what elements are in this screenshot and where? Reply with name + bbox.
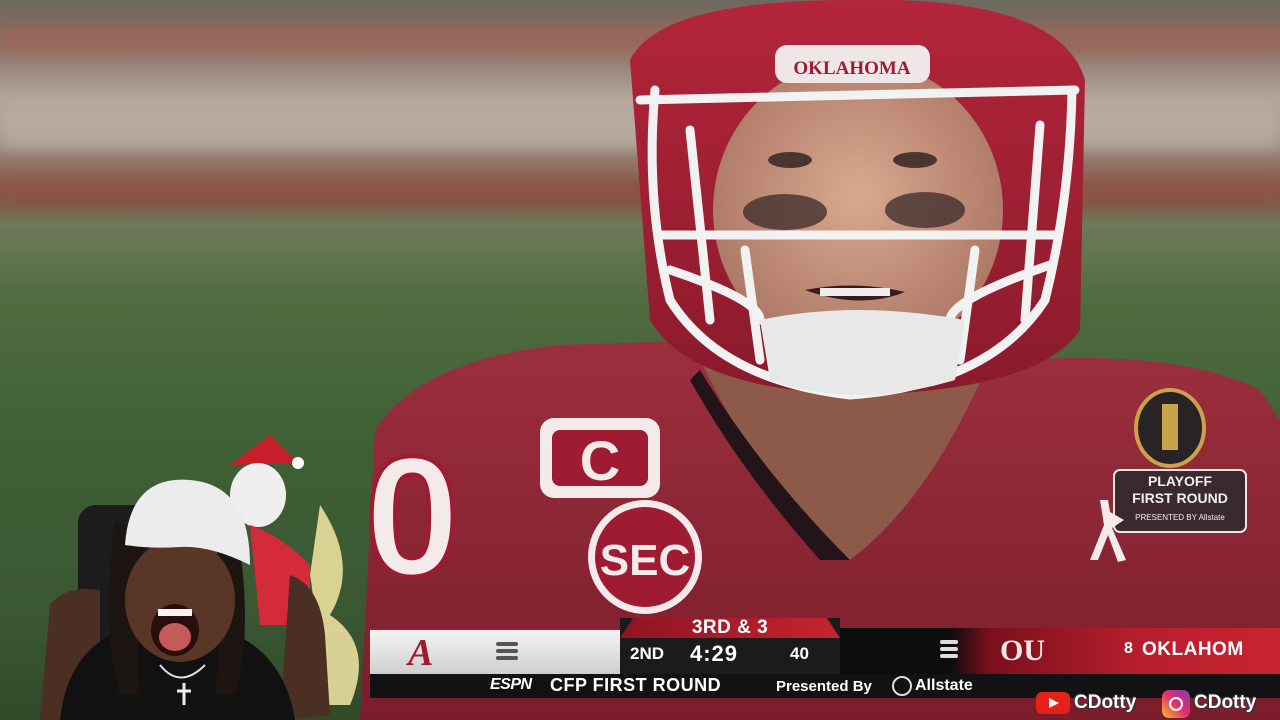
alabama-logo: A — [408, 632, 434, 674]
instagram-handle: CDotty — [1194, 692, 1257, 713]
home-rank: 8 — [1124, 640, 1133, 657]
cfp-badge-line3: PRESENTED BY Allstate — [1135, 513, 1225, 522]
clock-row: 2ND 4:29 40 — [620, 640, 840, 670]
allstate-icon — [892, 676, 912, 696]
oklahoma-logo: OU — [1000, 634, 1045, 667]
cfp-badge-line1: PLAYOFF — [1148, 473, 1212, 489]
play-clock: 40 — [790, 644, 809, 663]
game-status-panel: 3RD & 3 2ND 4:29 40 — [620, 618, 840, 674]
sponsor-name: Allstate — [915, 677, 973, 694]
home-timeouts — [940, 640, 958, 661]
away-team-panel: A — [370, 628, 620, 674]
away-timeouts — [496, 642, 518, 663]
home-team-name: OKLAHOM — [1142, 639, 1244, 660]
sec-patch: SEC — [600, 536, 690, 585]
presented-by: Presented By — [776, 678, 872, 695]
home-team-panel: OU 8 OKLAHOM — [840, 628, 1280, 674]
instagram-icon — [1162, 690, 1190, 718]
game-clock: 4:29 — [690, 641, 739, 666]
down-distance: 3RD & 3 — [691, 617, 769, 638]
event-title: CFP FIRST ROUND — [550, 675, 722, 695]
cfp-badge-line2: FIRST ROUND — [1132, 490, 1228, 506]
scorebug: A 3RD & 3 2ND 4:29 40 OU 8 OKLAHOM — [370, 618, 1280, 674]
helmet-text: OKLAHOMA — [793, 58, 910, 79]
youtube-handle: CDotty — [1074, 692, 1137, 713]
espn-logo: ESPN — [490, 676, 532, 693]
captain-patch: C — [580, 429, 620, 492]
streamer-cam — [40, 435, 359, 720]
social-handles: CDotty CDotty — [1034, 688, 1280, 718]
quarter: 2ND — [630, 644, 665, 663]
youtube-icon — [1036, 692, 1070, 714]
